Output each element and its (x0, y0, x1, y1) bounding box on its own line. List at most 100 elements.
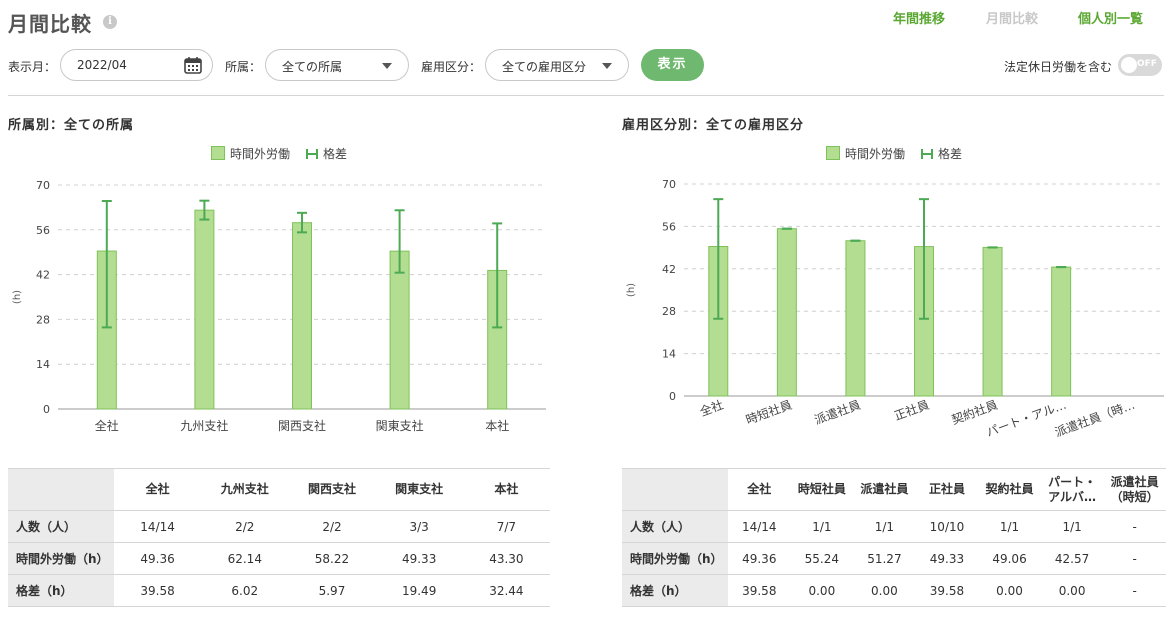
column-header: 時短社員 (790, 468, 854, 511)
table-cell: 0.00 (1040, 574, 1104, 607)
x-tick-label: 全社 (95, 418, 119, 433)
y-tick-label: 70 (662, 178, 676, 191)
y-tick-label: 28 (36, 313, 50, 326)
y-tick-label: 56 (662, 220, 676, 233)
table-cell: 0.00 (978, 574, 1041, 607)
table-cell: 32.44 (462, 574, 550, 607)
table-cell: 39.58 (915, 574, 979, 607)
emp-label: 雇用区分： (421, 60, 482, 74)
legend-bar-label: 時間外労働 (230, 147, 291, 161)
bar[interactable] (1051, 266, 1072, 397)
y-tick-label: 42 (662, 263, 676, 276)
row-header: 格差（h） (622, 574, 728, 607)
table-cell: 39.58 (114, 574, 202, 607)
bar[interactable] (292, 222, 312, 410)
table-cell: 1/1 (790, 510, 854, 543)
y-tick-label: 42 (36, 269, 50, 282)
divider (8, 95, 1164, 96)
bar[interactable] (982, 246, 1003, 397)
info-icon[interactable]: i (103, 15, 117, 29)
column-header: 本社 (462, 468, 550, 511)
row-header: 格差（h） (8, 574, 114, 607)
table-cell: 2/2 (288, 510, 376, 543)
holiday-toggle[interactable]: OFF (1118, 54, 1162, 76)
row-header: 時間外労働（h） (8, 542, 114, 575)
y-tick-label: 14 (662, 348, 676, 361)
row-header: 人数（人） (8, 510, 114, 543)
column-header: 派遣社員 (853, 468, 916, 511)
y-tick-label: 70 (36, 179, 50, 192)
column-header: パート・ アルバ… (1040, 468, 1104, 511)
y-tick-label: 28 (662, 305, 676, 318)
column-header: 正社員 (915, 468, 979, 511)
table-corner (8, 468, 114, 511)
y-tick-label: 56 (36, 224, 50, 237)
table-cell: - (1103, 542, 1166, 575)
bar[interactable] (776, 228, 797, 397)
y-tick-label: 0 (669, 390, 676, 403)
dept-select[interactable]: 全ての所属 (265, 49, 409, 81)
table-cell: 43.30 (462, 542, 550, 575)
emp-select[interactable]: 全ての雇用区分 (485, 49, 629, 81)
x-tick-label: 関西支社 (278, 418, 326, 433)
table-cell: 7/7 (462, 510, 550, 543)
emp-chart-title: 雇用区分別：全ての雇用区分 (622, 118, 805, 133)
table-corner (622, 468, 728, 511)
column-header: 関西支社 (288, 468, 376, 511)
dept-label: 所属： (225, 60, 262, 74)
x-tick-label: 正社員 (892, 397, 931, 423)
table-row: 格差（h） 39.58 0.00 0.00 39.58 0.00 0.00- (622, 574, 1166, 607)
x-tick-label: 関東支社 (376, 418, 424, 433)
row-header: 人数（人） (622, 510, 728, 543)
table-cell: - (1103, 510, 1166, 543)
legend-error-icon (306, 149, 319, 159)
column-header: 九州支社 (201, 468, 289, 511)
legend-error-label: 格差 (323, 147, 348, 161)
x-tick-label: 全社 (698, 397, 726, 419)
bar[interactable] (845, 240, 866, 397)
show-button[interactable]: 表示 (641, 49, 704, 81)
table-cell: 49.33 (375, 542, 463, 575)
dept-chart-legend: 時間外労働 格差 (211, 145, 347, 162)
column-header: 派遣社員 （時短） (1103, 468, 1166, 511)
dept-chart-title: 所属別：全ての所属 (8, 118, 135, 133)
table-row: 時間外労働（h） 49.36 55.24 51.27 49.33 49.06 42.57- (622, 542, 1166, 575)
calendar-icon[interactable] (184, 56, 202, 74)
y-axis-label: (h) (12, 290, 23, 304)
row-header: 時間外労働（h） (622, 542, 728, 575)
nav-annual-link[interactable]: 年間推移 (893, 8, 945, 27)
x-tick-label: 時短社員 (744, 397, 794, 428)
x-tick-label: 九州支社 (180, 418, 228, 433)
emp-chart-legend: 時間外労働 格差 (826, 145, 962, 162)
bar[interactable] (389, 250, 410, 410)
table-cell: 1/1 (1040, 510, 1104, 543)
dept-chart: (h) 0 14 28 42 56 70 全社 九州支社 関西支社 関東支社 本社 (12, 179, 546, 433)
legend-error-icon (921, 149, 934, 159)
table-row: 時間外労働（h） 49.36 62.14 58.22 49.33 43.30 (8, 542, 550, 575)
table-cell: 55.24 (790, 542, 854, 575)
emp-value: 全ての雇用区分 (502, 60, 587, 74)
table-row: 人数（人） 14/14 2/2 2/2 3/3 7/7 (8, 510, 550, 543)
table-cell: 10/10 (915, 510, 979, 543)
chevron-down-icon (602, 63, 612, 69)
bar[interactable] (194, 209, 215, 410)
table-cell: 1/1 (978, 510, 1041, 543)
table-cell: 51.27 (853, 542, 916, 575)
month-value: 2022/04 (77, 58, 127, 72)
table-cell: 6.02 (201, 574, 289, 607)
table-cell: 49.36 (114, 542, 202, 575)
legend-error-label: 格差 (938, 147, 963, 161)
table-cell: 5.97 (288, 574, 376, 607)
legend-bar-swatch (211, 146, 225, 160)
month-label: 表示月： (8, 60, 57, 74)
column-header: 全社 (728, 468, 791, 511)
table-cell: 49.33 (915, 542, 979, 575)
emp-chart: (h)01428425670全社 時短社員 派遣社員 正社員 契約社員パート・アル…派遣… (626, 178, 1164, 440)
nav-monthly-link: 月間比較 (986, 12, 1039, 27)
toggle-state: OFF (1137, 59, 1157, 69)
nav-individual-link[interactable]: 個人別一覧 (1078, 8, 1143, 27)
dept-value: 全ての所属 (282, 60, 343, 74)
month-picker[interactable]: 2022/04 (60, 49, 213, 81)
table-cell: 14/14 (728, 510, 791, 543)
table-cell: 19.49 (375, 574, 463, 607)
